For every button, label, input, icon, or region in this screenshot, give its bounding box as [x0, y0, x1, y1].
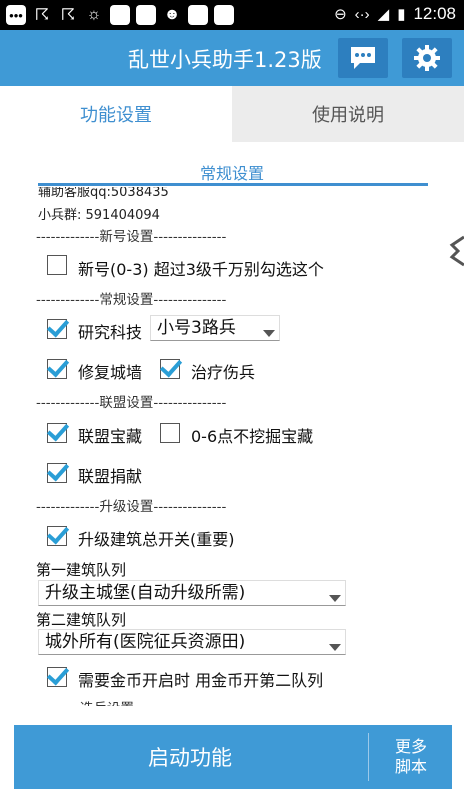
repair-wall-label: 修复城墙 — [78, 363, 143, 382]
gold-queue-checkbox[interactable] — [47, 667, 67, 687]
divider-regular: -------------常规设置--------------- — [36, 292, 227, 308]
battery-icon: ▮ — [397, 6, 406, 23]
chat-bubble-icon: ••• — [6, 5, 26, 25]
upgrade-master-checkbox[interactable] — [47, 526, 67, 546]
research-checkbox[interactable] — [47, 319, 67, 339]
divider-upgrade: -------------升级设置--------------- — [36, 499, 227, 515]
support-qq-text: 辅助客服qq:5038435 — [38, 187, 169, 200]
floating-handle-icon[interactable] — [448, 233, 464, 269]
gold-queue-label: 需要金币开启时 用金币开第二队列 — [78, 671, 324, 690]
research-dropdown-value: 小号3路兵 — [157, 318, 236, 338]
settings-scroll-area[interactable]: 辅助客服qq:5038435 小兵群: 591404094 ----------… — [0, 187, 464, 706]
chat-icon — [351, 47, 375, 69]
app-title: 乱世小兵助手1.23版 — [128, 48, 322, 72]
alliance-donate-label: 联盟捐献 — [78, 467, 143, 486]
status-bar: ••• ☈ ☈ ☼ ☻ ⊖ ‹·› ◢ ▮ 12:08 — [0, 0, 464, 30]
app-icon — [136, 5, 156, 25]
heal-checkbox[interactable] — [160, 359, 180, 379]
repair-wall-checkbox[interactable] — [47, 359, 67, 379]
bottom-action-bar: 启动功能 更多 脚本 — [14, 725, 452, 789]
app-icon — [188, 5, 208, 25]
tab-function-settings[interactable]: 功能设置 — [0, 86, 232, 142]
queue2-dropdown[interactable]: 城外所有(医院征兵资源田) — [38, 629, 346, 655]
data-transfer-icon: ‹·› — [354, 5, 370, 23]
chat-button[interactable] — [338, 38, 388, 78]
divider-new-account: -------------新号设置--------------- — [36, 229, 227, 245]
signal-icon: ◢ — [377, 6, 390, 23]
uc-browser-icon: ☈ — [60, 7, 76, 24]
brightness-icon: ☼ — [86, 6, 102, 23]
section-underline — [38, 183, 428, 186]
group-number-text: 小兵群: 591404094 — [38, 208, 160, 223]
queue2-label: 第二建筑队列 — [36, 611, 127, 629]
system-icons: ⊖ ‹·› ◢ ▮ 12:08 — [334, 4, 456, 24]
queue2-dropdown-value: 城外所有(医院征兵资源田) — [45, 632, 246, 652]
start-function-button[interactable]: 启动功能 — [14, 725, 366, 789]
no-dig-label: 0-6点不挖掘宝藏 — [191, 427, 314, 446]
more-scripts-line2: 脚本 — [394, 757, 427, 776]
more-scripts-line1: 更多 — [394, 737, 427, 756]
status-time: 12:08 — [413, 4, 456, 23]
tab-instructions[interactable]: 使用说明 — [232, 86, 464, 142]
gear-icon — [414, 45, 440, 71]
notification-icons: ••• ☈ ☈ ☼ ☻ — [6, 5, 234, 25]
upgrade-master-label: 升级建筑总开关(重要) — [78, 530, 235, 549]
app-icon — [214, 5, 234, 25]
research-dropdown[interactable]: 小号3路兵 — [150, 315, 280, 341]
tab-bar: 功能设置 使用说明 — [0, 86, 464, 142]
divider-alliance: -------------联盟设置--------------- — [36, 395, 227, 411]
section-title: 常规设置 — [199, 164, 264, 183]
app-icon — [110, 5, 130, 25]
app-bar: 乱世小兵助手1.23版 — [0, 30, 464, 86]
uc-browser-icon: ☈ — [34, 7, 50, 24]
alliance-treasure-label: 联盟宝藏 — [78, 427, 143, 446]
queue1-dropdown-value: 升级主城堡(自动升级所需) — [45, 583, 246, 603]
chevron-down-icon — [329, 595, 341, 602]
minus-circle-icon: ⊖ — [334, 6, 347, 23]
research-label: 研究科技 — [78, 323, 143, 342]
heal-label: 治疗伤兵 — [191, 363, 256, 382]
button-separator — [368, 733, 369, 781]
divider-troops: ---------选兵设置--------------- — [36, 697, 207, 706]
no-dig-checkbox[interactable] — [160, 423, 180, 443]
settings-button[interactable] — [402, 38, 452, 78]
new-account-checkbox[interactable] — [47, 255, 67, 275]
alliance-donate-checkbox[interactable] — [47, 463, 67, 483]
queue1-dropdown[interactable]: 升级主城堡(自动升级所需) — [38, 580, 346, 606]
more-scripts-button[interactable]: 更多 脚本 — [370, 725, 452, 789]
face-icon: ☻ — [163, 6, 181, 23]
alliance-treasure-checkbox[interactable] — [47, 423, 67, 443]
chevron-down-icon — [329, 644, 341, 651]
queue1-label: 第一建筑队列 — [36, 561, 127, 579]
new-account-label: 新号(0-3) 超过3级千万别勾选这个 — [78, 260, 324, 279]
chevron-down-icon — [263, 330, 275, 337]
